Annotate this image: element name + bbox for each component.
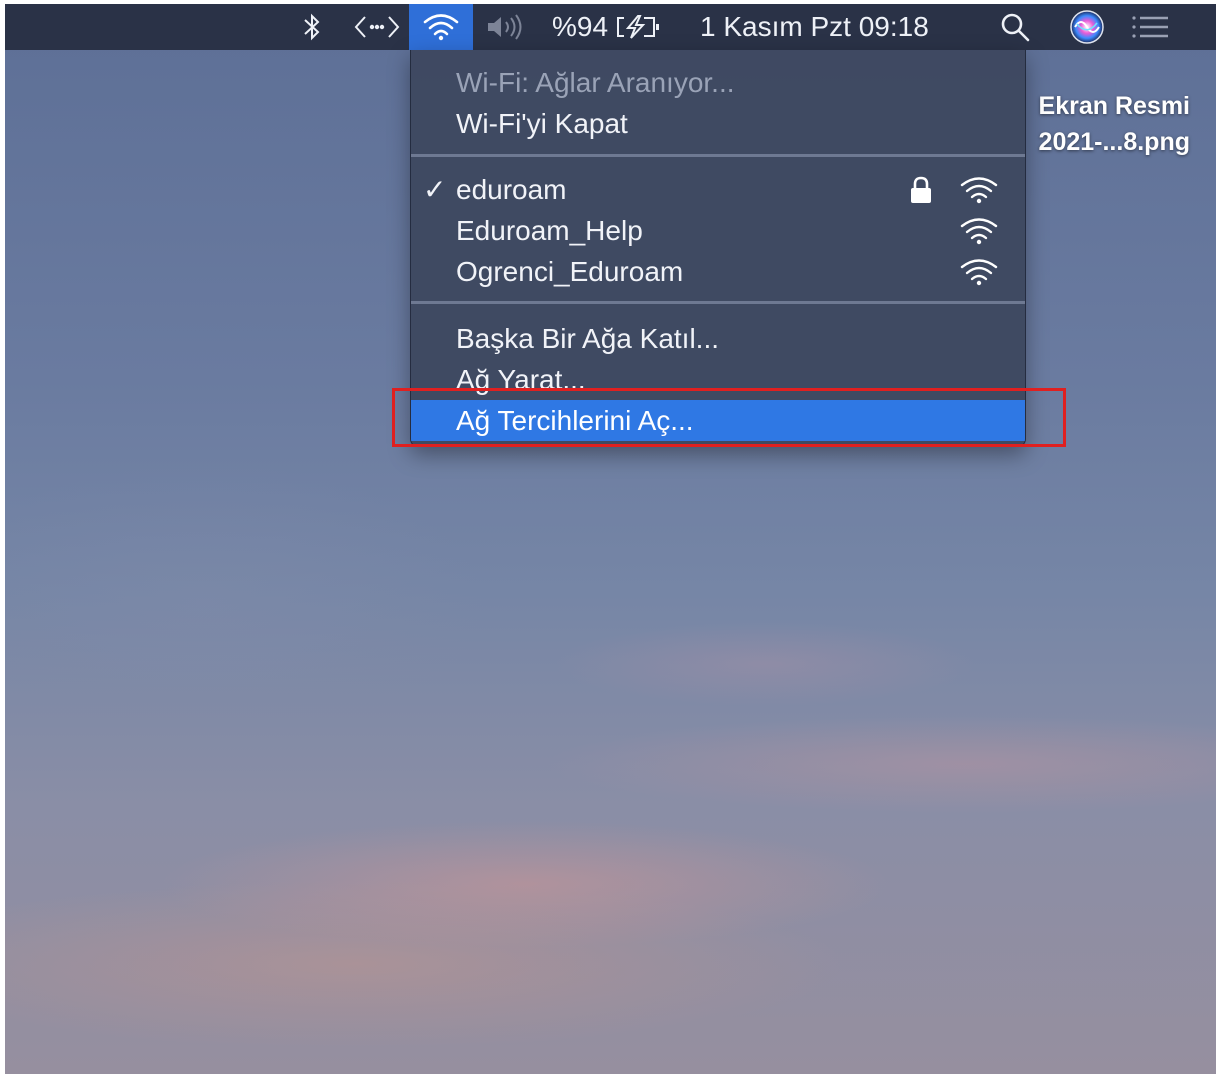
battery-percent[interactable]: %94 [550, 4, 610, 50]
wifi-signal-icon [960, 218, 998, 245]
notification-center-icon[interactable] [1127, 4, 1173, 50]
turn-off-wifi-label: Wi-Fi'yi Kapat [456, 107, 628, 139]
menu-separator [411, 154, 1025, 157]
battery-icon[interactable] [613, 4, 665, 50]
network-item-ogrenci-eduroam[interactable]: Ogrenci_Eduroam [411, 251, 1025, 292]
bluetooth-icon[interactable] [297, 4, 327, 50]
network-name: Ogrenci_Eduroam [456, 255, 684, 287]
desktop-file-name-line2: 2021-...8.png [1038, 128, 1190, 156]
lock-icon [911, 176, 931, 203]
wifi-signal-icon [960, 177, 998, 204]
menu-separator [411, 301, 1025, 304]
join-other-network-item[interactable]: Başka Bir Ağa Katıl... [411, 318, 1025, 359]
search-icon[interactable] [995, 4, 1035, 50]
desktop: %94 1 Kasım Pzt 09:18 Ekran Resmi 2021-.… [5, 4, 1216, 1074]
network-item-eduroam-help[interactable]: Eduroam_Help [411, 210, 1025, 251]
wifi-status: Wi-Fi: Ağlar Aranıyor... [411, 62, 1025, 103]
code-icon[interactable] [351, 4, 403, 50]
connected-check-icon: ✓ [423, 174, 447, 205]
join-other-network-label: Başka Bir Ağa Katıl... [456, 322, 720, 354]
network-item-eduroam[interactable]: ✓ eduroam [411, 169, 1025, 210]
wifi-icon[interactable] [409, 4, 473, 50]
menu-bar: %94 1 Kasım Pzt 09:18 [5, 4, 1216, 50]
wifi-status-label: Wi-Fi: Ağlar Aranıyor... [456, 66, 735, 98]
desktop-file[interactable]: Ekran Resmi 2021-...8.png [1015, 88, 1190, 160]
wifi-signal-icon [960, 259, 998, 286]
siri-icon[interactable] [1067, 4, 1107, 50]
desktop-file-name-line1: Ekran Resmi [1038, 92, 1190, 120]
volume-icon[interactable] [483, 4, 533, 50]
network-name: eduroam [456, 173, 567, 205]
network-name: Eduroam_Help [456, 214, 643, 246]
highlight-annotation-box [392, 388, 1066, 447]
clock[interactable]: 1 Kasım Pzt 09:18 [700, 4, 960, 50]
turn-off-wifi-item[interactable]: Wi-Fi'yi Kapat [411, 103, 1025, 144]
